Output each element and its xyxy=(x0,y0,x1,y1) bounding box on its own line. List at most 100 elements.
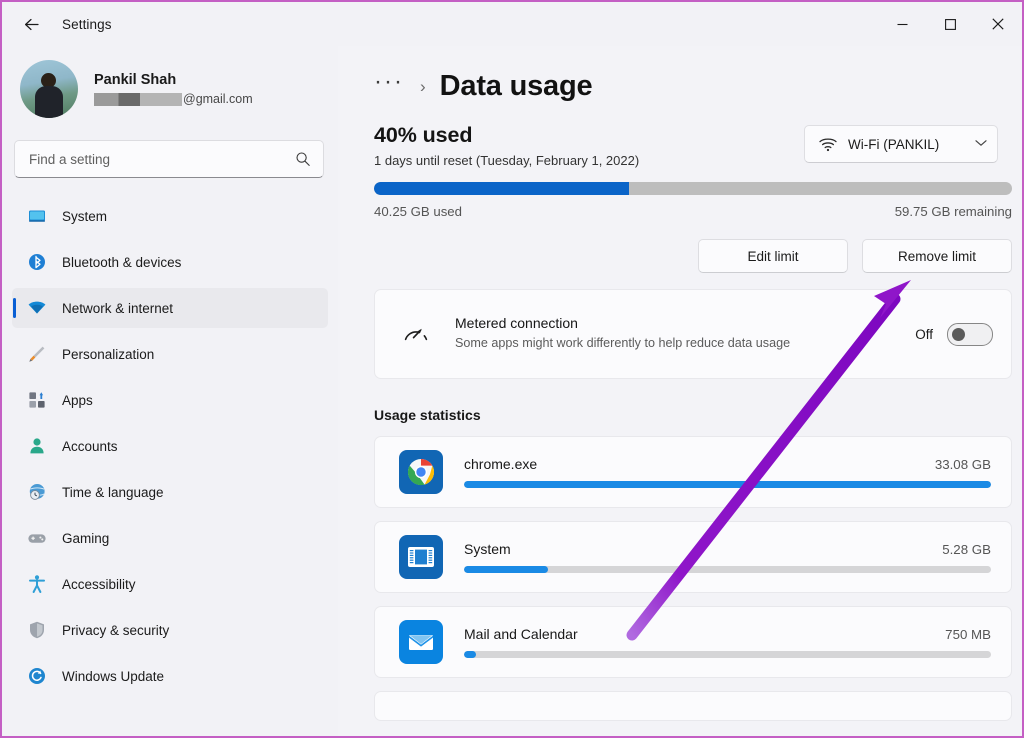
page-title: Data usage xyxy=(439,70,593,102)
metered-toggle-group: Off xyxy=(915,322,993,346)
bluetooth-icon xyxy=(26,251,48,273)
brush-icon xyxy=(26,343,48,365)
sidebar-item-label: Windows Update xyxy=(62,668,165,684)
title-bar: Settings xyxy=(2,2,1022,46)
app-usage-body: System 5.28 GB xyxy=(464,541,991,573)
sidebar-item-label: Accounts xyxy=(62,438,118,454)
apps-icon xyxy=(26,389,48,411)
sidebar-item-privacy-security[interactable]: Privacy & security xyxy=(12,610,328,650)
search-box[interactable] xyxy=(14,140,324,178)
sidebar-item-time-language[interactable]: Time & language xyxy=(12,472,328,512)
data-usage-progress-bar xyxy=(374,182,1012,195)
app-usage-bar-fill xyxy=(464,651,477,658)
sidebar-item-system[interactable]: System xyxy=(12,196,328,236)
usage-summary: 40% used 1 days until reset (Tuesday, Fe… xyxy=(338,103,1022,273)
app-usage-row-system[interactable]: System 5.28 GB xyxy=(374,521,1012,593)
data-usage-legend: 40.25 GB used 59.75 GB remaining xyxy=(374,204,1012,219)
sidebar: Pankil Shah @gmail.com Find a setting Sy… xyxy=(2,46,338,736)
main-content: ··· › Data usage 40% used 1 days until r… xyxy=(338,46,1022,736)
app-usage-bar-fill xyxy=(464,481,991,488)
sidebar-item-label: Network & internet xyxy=(62,300,174,316)
app-name: Mail and Calendar xyxy=(464,626,578,642)
back-button[interactable] xyxy=(14,9,48,39)
maximize-icon xyxy=(944,18,956,30)
minimize-button[interactable] xyxy=(878,2,926,46)
metered-toggle-state: Off xyxy=(915,326,933,342)
sidebar-item-label: Accessibility xyxy=(62,576,136,592)
app-name: chrome.exe xyxy=(464,456,538,472)
shield-icon xyxy=(26,619,48,641)
app-size: 5.28 GB xyxy=(942,542,991,557)
app-usage-bar xyxy=(464,481,991,488)
app-size: 33.08 GB xyxy=(934,457,991,472)
avatar-body xyxy=(35,86,63,118)
mail-icon xyxy=(399,620,443,664)
sidebar-nav: System Bluetooth & devices Network & int… xyxy=(2,196,338,696)
search-input[interactable] xyxy=(27,150,295,168)
redacted-email-bar xyxy=(94,92,182,106)
accessibility-icon xyxy=(26,573,48,595)
avatar xyxy=(20,60,78,118)
sidebar-item-label: Privacy & security xyxy=(62,622,170,638)
wifi-icon xyxy=(819,137,837,152)
percent-used-label: 40% used xyxy=(374,123,473,147)
account-text: Pankil Shah @gmail.com xyxy=(94,72,253,106)
sidebar-item-accounts[interactable]: Accounts xyxy=(12,426,328,466)
metered-toggle[interactable] xyxy=(947,322,993,346)
app-usage-body: Mail and Calendar 750 MB xyxy=(464,626,991,658)
app-usage-body: chrome.exe 33.08 GB xyxy=(464,456,991,488)
sidebar-item-gaming[interactable]: Gaming xyxy=(12,518,328,558)
breadcrumb-separator-icon: › xyxy=(419,76,426,96)
sidebar-item-label: Gaming xyxy=(62,530,110,546)
remove-limit-button[interactable]: Remove limit xyxy=(862,239,1012,273)
app-name: System xyxy=(464,541,511,557)
data-usage-progress-fill xyxy=(374,182,630,195)
sidebar-item-bluetooth-devices[interactable]: Bluetooth & devices xyxy=(12,242,328,282)
app-usage-top: Mail and Calendar 750 MB xyxy=(464,626,991,642)
close-button[interactable] xyxy=(974,2,1022,46)
chevron-down-icon xyxy=(975,138,987,150)
sidebar-item-accessibility[interactable]: Accessibility xyxy=(12,564,328,604)
app-usage-bar xyxy=(464,566,991,573)
usage-statistics-heading: Usage statistics xyxy=(374,407,481,423)
usage-summary-row: 40% used 1 days until reset (Tuesday, Fe… xyxy=(374,123,998,168)
clock-globe-icon xyxy=(26,481,48,503)
account-summary[interactable]: Pankil Shah @gmail.com xyxy=(2,46,338,128)
sidebar-item-network-internet[interactable]: Network & internet xyxy=(12,288,328,328)
gamepad-icon xyxy=(26,527,48,549)
sidebar-item-personalization[interactable]: Personalization xyxy=(12,334,328,374)
account-email: @gmail.com xyxy=(94,92,253,106)
data-used-label: 40.25 GB used xyxy=(374,204,462,219)
breadcrumb-overflow-button[interactable]: ··· xyxy=(374,69,404,99)
person-icon xyxy=(26,435,48,457)
app-usage-row-chrome[interactable]: chrome.exe 33.08 GB xyxy=(374,436,1012,508)
system-icon xyxy=(399,535,443,579)
metered-subtitle: Some apps might work differently to help… xyxy=(455,336,791,351)
sidebar-item-windows-update[interactable]: Windows Update xyxy=(12,656,328,696)
adapter-select[interactable]: Wi-Fi (PANKIL) xyxy=(804,125,998,163)
sidebar-item-label: Time & language xyxy=(62,484,164,500)
edit-limit-button[interactable]: Edit limit xyxy=(698,239,848,273)
app-size: 750 MB xyxy=(945,627,991,642)
account-name: Pankil Shah xyxy=(94,72,177,88)
monitor-icon xyxy=(26,205,48,227)
app-usage-row-mail-and-calendar[interactable]: Mail and Calendar 750 MB xyxy=(374,606,1012,678)
app-usage-bar xyxy=(464,651,991,658)
app-usage-bar-fill xyxy=(464,566,549,573)
app-usage-row-partial[interactable] xyxy=(374,691,1012,721)
window-controls xyxy=(878,2,1022,46)
minimize-icon xyxy=(897,23,907,25)
maximize-button[interactable] xyxy=(926,2,974,46)
data-remaining-label: 59.75 GB remaining xyxy=(894,204,1012,219)
metered-connection-row: Metered connection Some apps might work … xyxy=(375,290,1011,378)
close-icon xyxy=(992,18,1004,30)
metered-connection-card[interactable]: Metered connection Some apps might work … xyxy=(374,289,1012,379)
update-icon xyxy=(26,665,48,687)
sidebar-item-label: Personalization xyxy=(62,346,155,362)
breadcrumb: ··· › Data usage xyxy=(338,46,1022,103)
metered-text-group: Metered connection Some apps might work … xyxy=(455,315,915,352)
toggle-knob xyxy=(952,327,965,341)
speedometer-icon xyxy=(399,322,433,346)
sidebar-item-apps[interactable]: Apps xyxy=(12,380,328,420)
back-arrow-icon xyxy=(24,18,39,30)
